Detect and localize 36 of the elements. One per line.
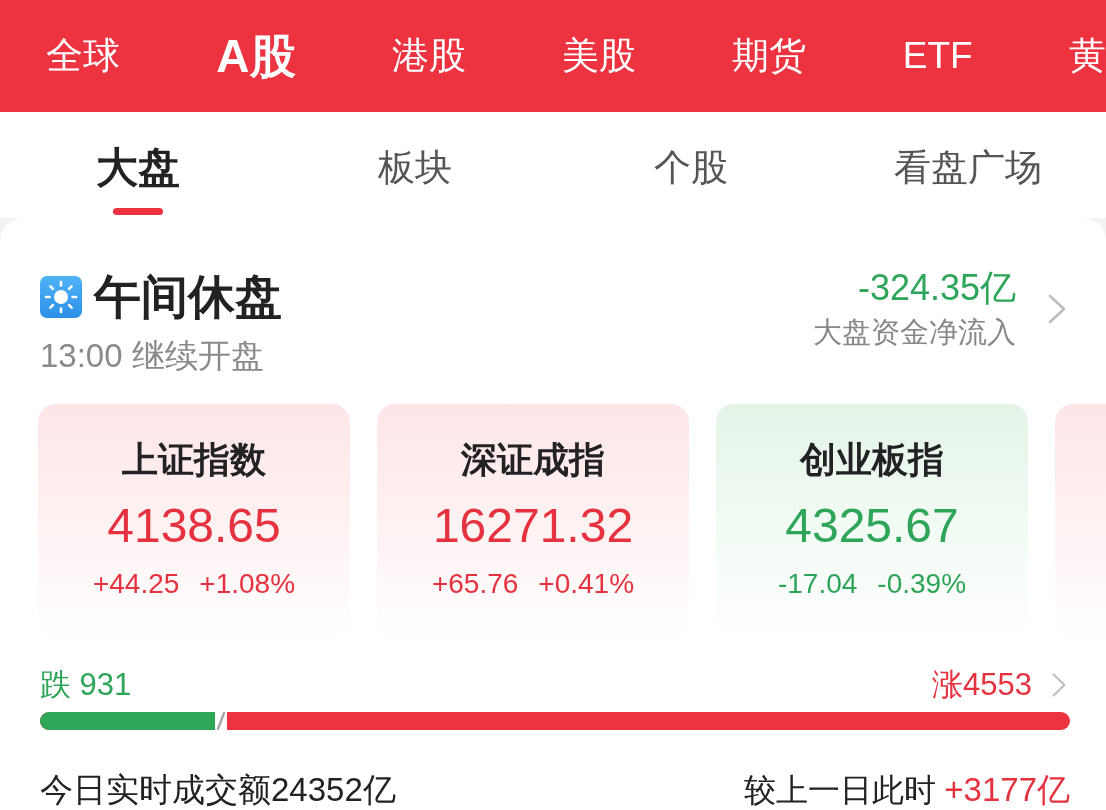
tab-underline (113, 208, 164, 215)
market-tab[interactable]: A股 (216, 31, 296, 81)
market-tab[interactable]: 期货 (732, 31, 807, 81)
index-name: 上证指数 (122, 438, 266, 482)
section-tab[interactable]: 看盘广场 (893, 146, 1042, 190)
turnover-text: 今日实时成交额24352亿 (40, 772, 396, 808)
compare-value: +3177亿 (944, 772, 1070, 808)
index-change: +44.25 (92, 567, 180, 601)
sun-icon (40, 276, 82, 318)
index-change-percent: -0.39% (877, 567, 967, 601)
section-tab[interactable]: 板块 (377, 146, 452, 190)
market-tab[interactable]: 美股 (562, 31, 637, 81)
index-change: -17.04 (777, 567, 858, 601)
market-tab[interactable]: 黄 (1069, 31, 1106, 81)
compare-label: 较上一日此时 (744, 772, 937, 808)
market-tab[interactable]: 港股 (391, 31, 466, 81)
index-value: 4138.65 (107, 498, 281, 554)
index-name: 深证成指 (461, 438, 605, 482)
index-change-percent: +1.08% (199, 567, 296, 601)
index-change: +65.76 (431, 567, 519, 601)
section-tab[interactable]: 个股 (654, 146, 729, 190)
rising-count: 涨4553 (932, 667, 1032, 703)
chevron-icon (1048, 294, 1066, 324)
index-name: 创业板指 (800, 438, 944, 482)
market-tab[interactable]: ETF (902, 31, 973, 81)
index-change-percent: +0.41% (538, 567, 635, 601)
chevron-icon (1052, 673, 1066, 697)
market-tab[interactable]: 全球 (46, 31, 120, 81)
session-title: 午间休盘 (94, 272, 282, 322)
falling-count: 跌 931 (40, 667, 132, 703)
resume-text: 13:00 继续开盘 (40, 336, 265, 376)
index-value: 16271.32 (432, 498, 634, 554)
section-tab[interactable]: 大盘 (96, 146, 181, 215)
net-flow-label: 大盘资金净流入 (813, 315, 1016, 350)
index-value: 4325.67 (785, 498, 959, 554)
net-flow-value: -324.35亿 (857, 266, 1016, 310)
